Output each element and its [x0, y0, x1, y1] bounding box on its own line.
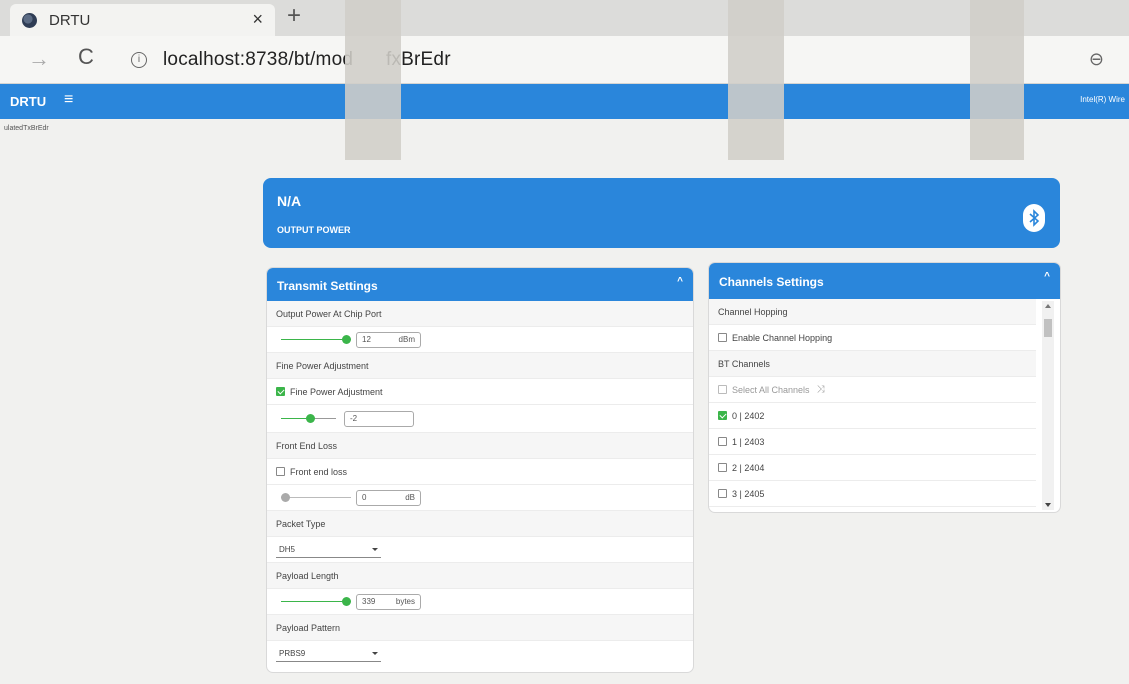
front-end-checkbox[interactable]: [276, 467, 285, 476]
channel-checkbox[interactable]: [718, 411, 727, 420]
channel-list: 0 | 2402 1 | 2403 2 | 2404 3 | 2405: [709, 403, 1036, 507]
bluetooth-icon: [1023, 204, 1045, 232]
channel-item[interactable]: 3 | 2405: [709, 481, 1036, 507]
browser-toolbar: → C i localhost:8738/bt/mod fxBrEdr ⊖: [0, 36, 1129, 84]
fine-power-checkbox[interactable]: [276, 387, 285, 396]
zoom-icon[interactable]: ⊖: [1089, 49, 1104, 70]
tape-overlay: [345, 0, 401, 160]
adapter-name: Intel(R) Wire: [1080, 95, 1125, 104]
app-brand[interactable]: DRTU: [10, 94, 46, 109]
channel-item[interactable]: 0 | 2402: [709, 403, 1036, 429]
collapse-icon[interactable]: ^: [1044, 271, 1050, 282]
payload-length-input[interactable]: 339 bytes: [356, 593, 421, 610]
panel-title: Transmit Settings: [277, 279, 378, 293]
front-end-checkbox-row[interactable]: Front end loss: [267, 459, 693, 485]
channel-hopping-row[interactable]: Enable Channel Hopping: [709, 325, 1036, 351]
channel-checkbox[interactable]: [718, 437, 727, 446]
select-all-row[interactable]: Select All Channels ⤨: [709, 377, 1036, 403]
fine-power-input[interactable]: -2: [344, 410, 414, 427]
checkbox-label: Front end loss: [290, 466, 348, 477]
checkbox-label: Fine Power Adjustment: [290, 386, 383, 397]
breadcrumb: ulatedTxBrEdr: [4, 125, 49, 132]
channel-hopping-section: Channel Hopping: [709, 299, 1036, 325]
channel-label: 1 | 2403: [732, 436, 765, 447]
section-label: Channel Hopping: [718, 306, 788, 317]
channel-checkbox[interactable]: [718, 489, 727, 498]
site-info-icon[interactable]: i: [131, 52, 147, 68]
tab-title: DRTU: [49, 11, 91, 29]
fine-power-slider[interactable]: [281, 413, 336, 424]
tape-overlay: [970, 0, 1024, 160]
channel-label: 3 | 2405: [732, 488, 765, 499]
tape-overlay: [728, 0, 784, 160]
app-header: DRTU ≡ Intel(R) Wire: [0, 84, 1129, 119]
channel-label: 2 | 2404: [732, 462, 765, 473]
payload-pattern-row: PRBS9: [267, 641, 693, 667]
fine-power-section: Fine Power Adjustment: [267, 353, 693, 379]
section-label: Payload Length: [276, 570, 339, 581]
reload-icon[interactable]: C: [78, 44, 94, 70]
fine-power-control: -2: [267, 405, 693, 433]
output-power-value: N/A: [277, 193, 302, 209]
packet-type-select[interactable]: DH5: [276, 542, 381, 558]
collapse-icon[interactable]: ^: [677, 276, 683, 287]
front-end-input[interactable]: 0 dB: [356, 489, 421, 506]
fine-power-checkbox-row[interactable]: Fine Power Adjustment: [267, 379, 693, 405]
packet-type-section: Packet Type: [267, 511, 693, 537]
output-power-card: N/A OUTPUT POWER: [263, 178, 1060, 248]
channels-settings-header[interactable]: Channels Settings ^: [709, 263, 1060, 299]
shuffle-icon[interactable]: ⤨: [817, 384, 825, 395]
chevron-down-icon: [372, 652, 378, 655]
checkbox-label: Select All Channels: [732, 384, 810, 395]
packet-type-row: DH5: [267, 537, 693, 563]
select-all-checkbox[interactable]: [718, 385, 727, 394]
channel-scrollbar[interactable]: [1042, 301, 1054, 510]
payload-pattern-section: Payload Pattern: [267, 615, 693, 641]
section-label: Fine Power Adjustment: [276, 360, 369, 371]
section-label: Front End Loss: [276, 440, 338, 451]
checkbox-label: Enable Channel Hopping: [732, 332, 833, 343]
scroll-up-icon[interactable]: [1045, 304, 1051, 308]
tab-close-icon[interactable]: ×: [252, 9, 263, 30]
panel-title: Channels Settings: [719, 275, 824, 289]
front-end-loss-section: Front End Loss: [267, 433, 693, 459]
chevron-down-icon: [372, 547, 378, 551]
section-label: Output Power At Chip Port: [276, 308, 382, 319]
output-power-section: Output Power At Chip Port: [267, 301, 693, 327]
payload-length-slider[interactable]: [281, 596, 351, 607]
transmit-settings-panel: Transmit Settings ^ Output Power At Chip…: [266, 267, 694, 673]
menu-icon[interactable]: ≡: [64, 91, 73, 109]
payload-length-control: 339 bytes: [267, 589, 693, 615]
section-label: BT Channels: [718, 358, 770, 369]
output-power-input[interactable]: 12 dBm: [356, 331, 421, 348]
output-power-control: 12 dBm: [267, 327, 693, 353]
browser-tab[interactable]: DRTU ×: [10, 4, 275, 36]
front-end-slider[interactable]: [281, 492, 351, 503]
bt-channels-section: BT Channels: [709, 351, 1036, 377]
front-end-control: 0 dB: [267, 485, 693, 511]
scroll-thumb[interactable]: [1044, 319, 1052, 337]
payload-pattern-select[interactable]: PRBS9: [276, 646, 381, 662]
output-power-slider[interactable]: [281, 334, 351, 345]
transmit-settings-header[interactable]: Transmit Settings ^: [267, 268, 693, 301]
channel-checkbox[interactable]: [718, 463, 727, 472]
output-power-label: OUTPUT POWER: [277, 225, 351, 235]
channel-item[interactable]: 1 | 2403: [709, 429, 1036, 455]
favicon-icon: [22, 12, 37, 28]
enable-hopping-checkbox[interactable]: [718, 333, 727, 342]
payload-length-section: Payload Length: [267, 563, 693, 589]
forward-icon[interactable]: →: [28, 46, 50, 72]
channel-item[interactable]: 2 | 2404: [709, 455, 1036, 481]
section-label: Payload Pattern: [276, 622, 341, 633]
channels-settings-panel: Channels Settings ^ Channel Hopping Enab…: [708, 262, 1061, 513]
address-bar[interactable]: localhost:8738/bt/mod fxBrEdr: [163, 49, 451, 71]
browser-tabstrip: DRTU × +: [0, 0, 1129, 36]
section-label: Packet Type: [276, 518, 326, 529]
scroll-down-icon[interactable]: [1045, 503, 1051, 507]
new-tab-icon[interactable]: +: [287, 2, 301, 30]
channel-label: 0 | 2402: [732, 410, 765, 421]
